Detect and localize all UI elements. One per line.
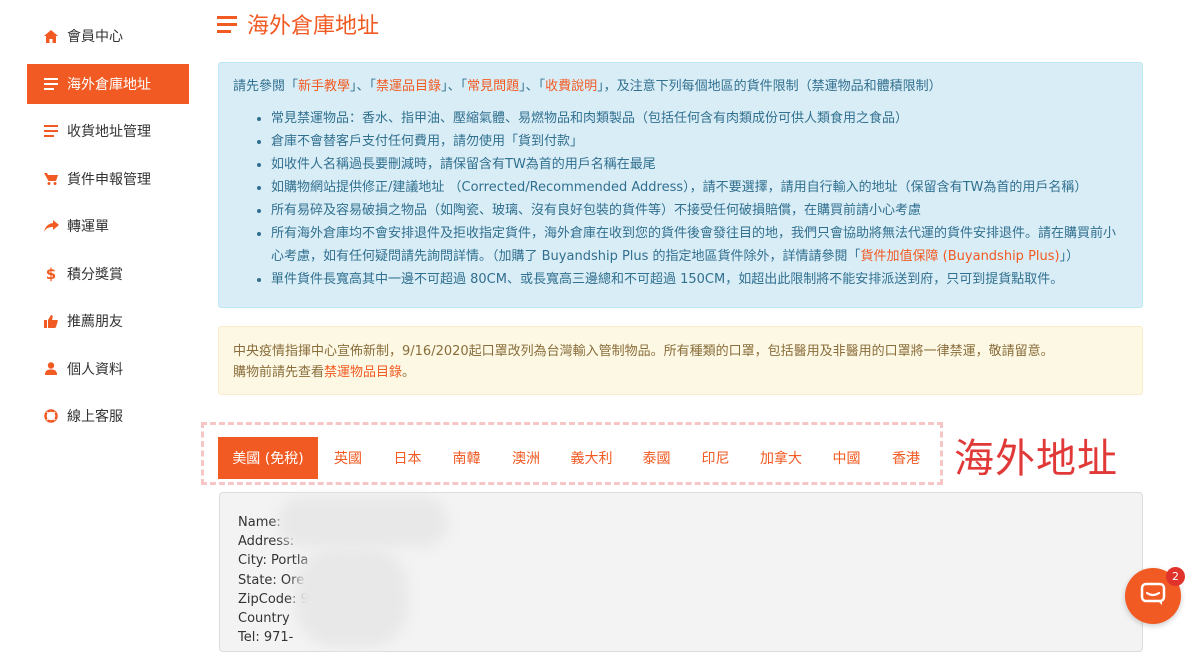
tab-australia[interactable]: 澳洲 [496,437,556,479]
link-banned-items[interactable]: 禁運物品目錄 [324,365,402,380]
sidebar-item-label: 推薦朋友 [67,314,123,330]
page-title-text: 海外倉庫地址 [247,14,380,39]
tab-indonesia[interactable]: 印尼 [686,437,745,479]
sidebar-item-shipping-address[interactable]: 收貨地址管理 [27,111,189,151]
warning-notice: 中央疫情指揮中心宣佈新制，9/16/2020起口罩改列為台灣輸入管制物品。所有種… [218,326,1143,395]
sidebar-item-label: 貨件申報管理 [67,171,151,188]
sidebar-item-label: 個人資料 [67,361,123,378]
tab-japan[interactable]: 日本 [378,437,437,479]
tab-thailand[interactable]: 泰國 [627,437,686,479]
sidebar-item-label: 收貨地址管理 [67,124,151,140]
sidebar-item-label: 積分獎賞 [67,266,123,283]
sidebar-item-member-center[interactable]: 會員中心 [27,16,189,56]
intro-suffix: 」，及注意下列每個地區的貨件限制（禁運物品和體積限制） [597,79,942,94]
list-item: 倉庫不會替客戶支付任何費用，請勿使用「貨到付款」 [271,130,1128,153]
restriction-list: 常見禁運物品：香水、指甲油、壓縮氣體、易燃物品和肉類製品（包括任何含有肉類成份可… [233,107,1128,291]
list-item: 如購物網站提供修正/建議地址 （Corrected/Recommended Ad… [271,176,1128,199]
list-item: 常見禁運物品：香水、指甲油、壓縮氣體、易燃物品和肉類製品（包括任何含有肉類成份可… [271,107,1128,130]
intro-sep: 」、「 [441,79,468,94]
sidebar-item-profile[interactable]: 個人資料 [27,349,189,389]
sidebar-nav: 會員中心 海外倉庫地址 收貨地址管理 貨件申報管理 轉運單 $ 積分獎賞 推薦朋… [27,16,189,444]
thumbs-up-icon [43,314,59,328]
sidebar-item-rewards[interactable]: $ 積分獎賞 [27,254,189,294]
country-tabs: 美國 (免稅) 英國 日本 南韓 澳洲 義大利 泰國 印尼 加拿大 中國 香港 [218,437,936,479]
tab-italy[interactable]: 義大利 [556,437,627,479]
list-item: 如收件人名稱過長要刪減時，請保留含有TW為首的用戶名稱在最尾 [271,153,1128,176]
info-intro: 請先參閱「新手教學」、「禁運品目錄」、「常見問題」、「收費說明」，及注意下列每個… [233,77,1128,97]
list-icon [43,77,59,90]
sidebar-item-transfer-order[interactable]: 轉運單 [27,206,189,246]
privacy-blur [296,548,408,647]
cart-icon [43,172,59,185]
intro-prefix: 請先參閱「 [233,79,299,94]
list-icon [217,15,237,33]
tab-uk[interactable]: 英國 [318,437,378,479]
link-fees[interactable]: 收費說明 [545,79,597,94]
tab-hongkong[interactable]: 香港 [876,437,936,479]
link-buyandship-plus[interactable]: 貨件加值保障 (Buyandship Plus) [861,249,1060,264]
warning-line: 中央疫情指揮中心宣佈新制，9/16/2020起口罩改列為台灣輸入管制物品。所有種… [233,344,1054,359]
link-beginner-tutorial[interactable]: 新手教學 [298,79,350,94]
chat-unread-badge: 2 [1166,567,1185,586]
privacy-blur [278,497,448,547]
intro-sep: 」、「 [519,79,546,94]
info-notice: 請先參閱「新手教學」、「禁運品目錄」、「常見問題」、「收費說明」，及注意下列每個… [218,62,1143,308]
user-icon [43,362,59,375]
tab-usa[interactable]: 美國 (免稅) [218,437,318,479]
link-banned-items[interactable]: 禁運品目錄 [376,79,441,94]
list-icon [43,125,59,137]
warning-text: 。 [402,365,416,380]
sidebar-item-online-support[interactable]: 線上客服 [27,396,189,436]
sidebar-item-label: 線上客服 [67,409,123,425]
tab-korea[interactable]: 南韓 [437,437,496,479]
share-icon [43,220,59,232]
link-faq[interactable]: 常見問題 [467,79,519,94]
list-item-text: 」） [1059,249,1080,264]
lifebuoy-icon [43,409,59,423]
sidebar-item-label: 會員中心 [67,29,123,45]
warning-text: 購物前請先查看 [233,365,325,380]
list-item: 單件貨件長寬高其中一邊不可超過 80CM、或長寬高三邊總和不可超過 150CM，… [271,268,1128,291]
sidebar-item-warehouse-address[interactable]: 海外倉庫地址 [27,63,189,104]
dollar-icon: $ [45,264,57,283]
sidebar-item-declaration[interactable]: 貨件申報管理 [27,159,189,199]
home-icon [43,29,59,43]
sidebar-item-label: 轉運單 [67,219,109,235]
tab-canada[interactable]: 加拿大 [745,437,817,479]
warning-line: 購物前請先查看禁運物品目錄。 [233,362,1128,383]
page-title: 海外倉庫地址 [217,8,379,40]
intro-sep: 」、「 [350,79,377,94]
list-item: 所有海外倉庫均不會安排退件及拒收指定貨件，海外倉庫在收到您的貨件後會發往目的地，… [271,222,1128,268]
sidebar-item-label: 海外倉庫地址 [67,76,151,93]
sidebar-item-refer-friends[interactable]: 推薦朋友 [27,301,189,341]
list-item: 所有易碎及容易破損之物品（如陶瓷、玻璃、沒有良好包裝的貨件等）不接受任何破損賠償… [271,199,1128,222]
tab-china[interactable]: 中國 [817,437,876,479]
chat-icon [1140,582,1166,610]
annotation-label: 海外地址 [954,436,1118,482]
